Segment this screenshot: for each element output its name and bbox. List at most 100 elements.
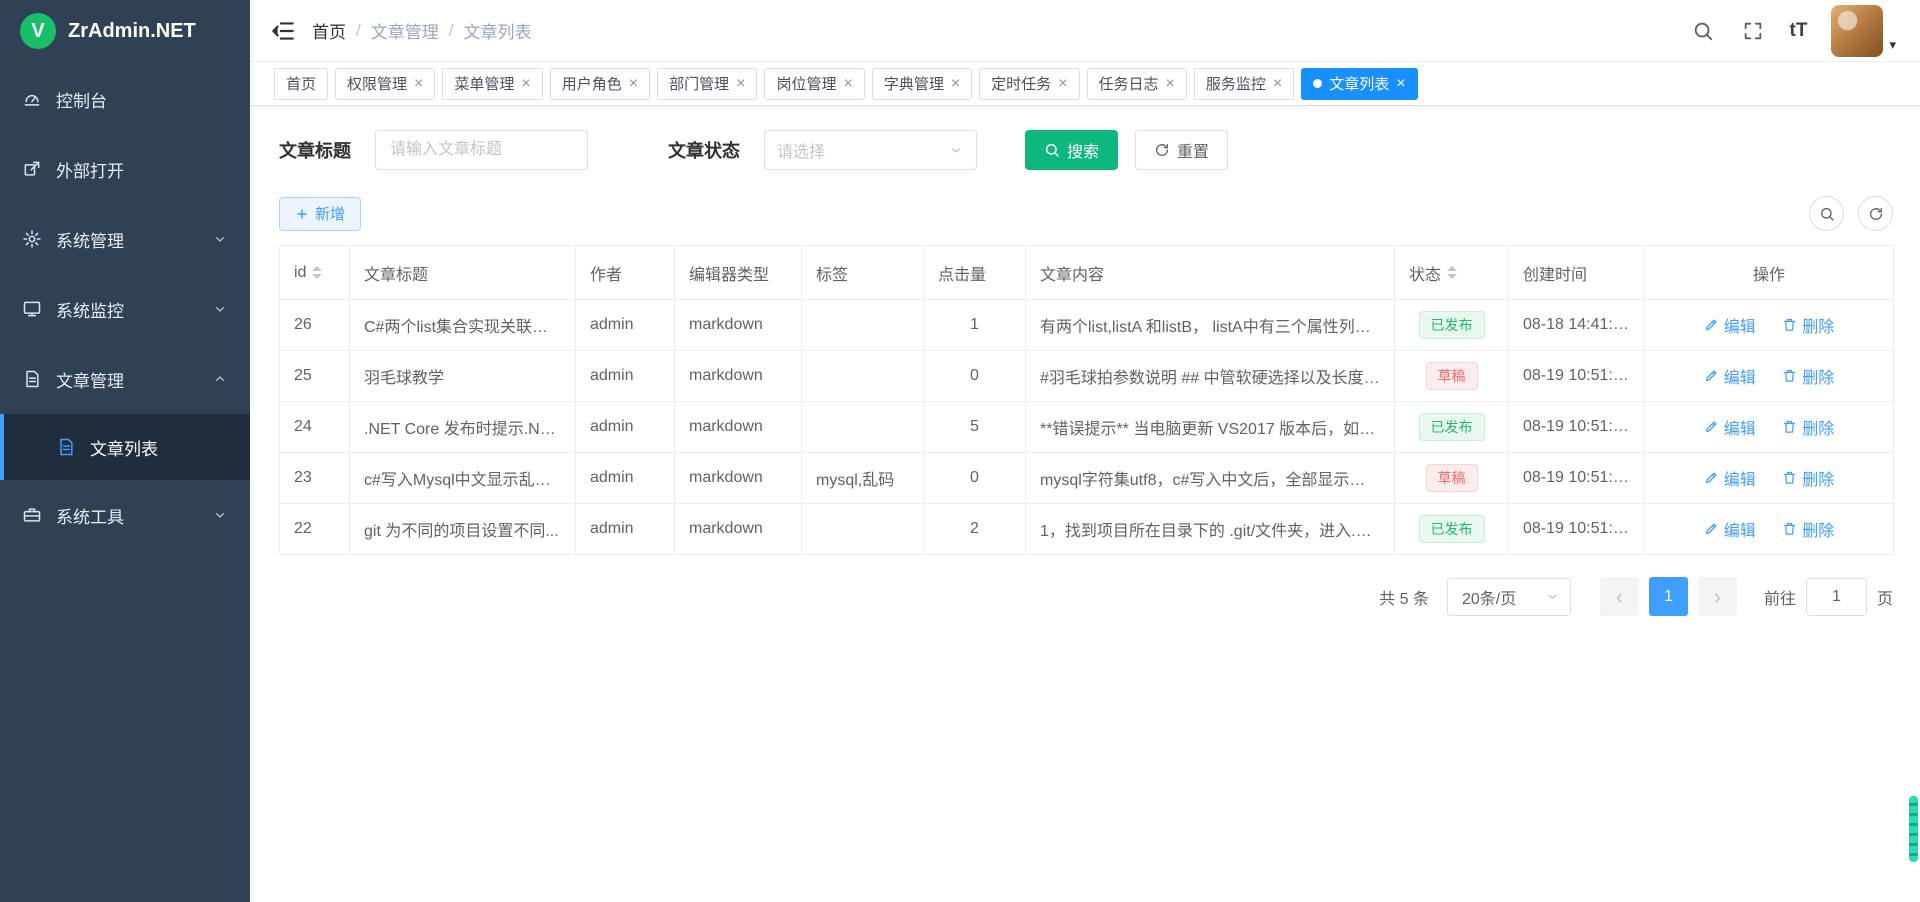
edit-button[interactable]: 编辑 (1704, 415, 1756, 439)
sidebar-collapse-button[interactable] (270, 18, 296, 44)
close-icon[interactable]: × (843, 76, 852, 92)
pagination: 共 5 条 20条/页 ‹ 1 › 前往 页 (279, 577, 1893, 616)
edit-button[interactable]: 编辑 (1704, 364, 1756, 388)
edit-label: 编辑 (1724, 415, 1756, 439)
column-label: 文章内容 (1040, 267, 1104, 284)
tab-department[interactable]: 部门管理× (657, 68, 757, 100)
close-icon[interactable]: × (629, 76, 638, 92)
tab-article-list[interactable]: 文章列表 × (1301, 68, 1417, 100)
close-icon[interactable]: × (951, 76, 960, 92)
font-size-icon[interactable]: tT (1790, 18, 1808, 44)
sidebar-menu: 控制台 外部打开 系统管理 系统监控 文章管理 文章列表 系统工具 (0, 62, 250, 550)
sort-icon[interactable] (1447, 266, 1457, 279)
sidebar-item-system-management[interactable]: 系统管理 (0, 204, 250, 274)
breadcrumb-home[interactable]: 首页 (312, 18, 346, 43)
page-size-select[interactable]: 20条/页 (1447, 578, 1571, 616)
sidebar-item-article-list[interactable]: 文章列表 (0, 414, 250, 480)
search-icon[interactable] (1690, 18, 1716, 44)
user-menu[interactable]: ▾ (1831, 5, 1896, 57)
status-badge: 草稿 (1426, 362, 1478, 391)
delete-button[interactable]: 删除 (1782, 364, 1834, 388)
add-button[interactable]: 新增 (279, 197, 361, 231)
column-header-content: 文章内容 (1026, 246, 1395, 300)
sidebar-item-label: 控制台 (56, 87, 107, 112)
breadcrumb-article-management[interactable]: 文章管理 (371, 18, 439, 43)
tab-user-role[interactable]: 用户角色 × (550, 68, 650, 100)
cell-actions: 编辑 删除 (1645, 351, 1894, 402)
sidebar-item-dashboard[interactable]: 控制台 (0, 64, 250, 134)
close-icon[interactable]: × (414, 76, 423, 92)
cell-editor: markdown (675, 504, 802, 555)
reset-button[interactable]: 重置 (1135, 130, 1228, 170)
cell-created: 08-19 10:51:27 (1509, 402, 1645, 453)
tab-post[interactable]: 岗位管理× (764, 68, 864, 100)
cell-content: #羽毛球拍参数说明 ## 中管软硬选择以及长度介... (1026, 351, 1395, 402)
scrollbar-thumb[interactable] (1909, 796, 1918, 862)
tab-task-log[interactable]: 任务日志 × (1087, 68, 1187, 100)
close-icon[interactable]: × (736, 76, 745, 92)
column-header-id[interactable]: id (280, 246, 350, 300)
search-button[interactable]: 搜索 (1025, 130, 1118, 170)
refresh-table-button[interactable] (1858, 196, 1893, 231)
page-size-value: 20条/页 (1462, 585, 1516, 609)
edit-button[interactable]: 编辑 (1704, 466, 1756, 490)
delete-button[interactable]: 删除 (1782, 517, 1834, 541)
tab-service-monitor[interactable]: 服务监控× (1194, 68, 1294, 100)
edit-button[interactable]: 编辑 (1704, 313, 1756, 337)
cell-editor: markdown (675, 453, 802, 504)
sidebar-item-system-monitor[interactable]: 系统监控 (0, 274, 250, 344)
sort-icon[interactable] (312, 266, 322, 279)
cell-id: 23 (280, 453, 350, 504)
prev-page-button[interactable]: ‹ (1600, 577, 1639, 616)
delete-button[interactable]: 删除 (1782, 466, 1834, 490)
sidebar-item-article-management[interactable]: 文章管理 (0, 344, 250, 414)
cell-hits: 0 (924, 351, 1026, 402)
tab-label: 任务日志 (1099, 73, 1159, 94)
article-status-select[interactable]: 请选择 (764, 130, 977, 170)
toggle-search-button[interactable] (1809, 196, 1844, 231)
goto-page-input[interactable] (1806, 578, 1867, 616)
close-icon[interactable]: × (1396, 76, 1405, 92)
avatar[interactable] (1831, 5, 1883, 57)
close-icon[interactable]: × (521, 76, 530, 92)
sidebar-item-system-tools[interactable]: 系统工具 (0, 480, 250, 550)
tab-label: 文章列表 (1329, 73, 1389, 94)
app-logo: V ZrAdmin.NET (0, 0, 250, 62)
logo-icon: V (20, 13, 56, 49)
tab-dictionary[interactable]: 字典管理× (872, 68, 972, 100)
cell-actions: 编辑 删除 (1645, 402, 1894, 453)
tab-permission[interactable]: 权限管理 × (335, 68, 435, 100)
column-header-status[interactable]: 状态 (1395, 246, 1509, 300)
edit-button[interactable]: 编辑 (1704, 517, 1756, 541)
cell-hits: 1 (924, 300, 1026, 351)
delete-button[interactable]: 删除 (1782, 415, 1834, 439)
sidebar-item-external-open[interactable]: 外部打开 (0, 134, 250, 204)
delete-label: 删除 (1802, 415, 1834, 439)
cell-content: 1，找到项目所在目录下的 .git/文件夹，进入.git/... (1026, 504, 1395, 555)
tab-home[interactable]: 首页 (274, 68, 328, 100)
tab-label: 用户角色 (562, 73, 622, 94)
delete-button[interactable]: 删除 (1782, 313, 1834, 337)
page-number-button[interactable]: 1 (1649, 577, 1688, 616)
tab-label: 权限管理 (347, 73, 407, 94)
tab-scheduled-task[interactable]: 定时任务× (979, 68, 1079, 100)
column-header-title: 文章标题 (350, 246, 576, 300)
cell-created: 08-18 14:41:36 (1509, 300, 1645, 351)
tab-menu-management[interactable]: 菜单管理× (442, 68, 542, 100)
close-icon[interactable]: × (1058, 76, 1067, 92)
cell-editor: markdown (675, 402, 802, 453)
chevron-down-icon (948, 142, 964, 158)
next-page-button[interactable]: › (1698, 577, 1737, 616)
add-button-label: 新增 (315, 203, 345, 224)
article-title-input[interactable] (375, 130, 588, 170)
close-icon[interactable]: × (1166, 76, 1175, 92)
sidebar-item-label: 系统工具 (56, 503, 124, 528)
column-label: 状态 (1409, 261, 1441, 285)
close-icon[interactable]: × (1273, 76, 1282, 92)
sidebar: V ZrAdmin.NET 控制台 外部打开 系统管理 系统监控 文章管理 (0, 0, 250, 902)
column-label: 操作 (1753, 267, 1785, 284)
edit-label: 编辑 (1724, 466, 1756, 490)
column-header-hits: 点击量 (924, 246, 1026, 300)
fullscreen-icon[interactable] (1740, 18, 1766, 44)
cell-title: c#写入Mysql中文显示乱码 ... (350, 453, 576, 504)
